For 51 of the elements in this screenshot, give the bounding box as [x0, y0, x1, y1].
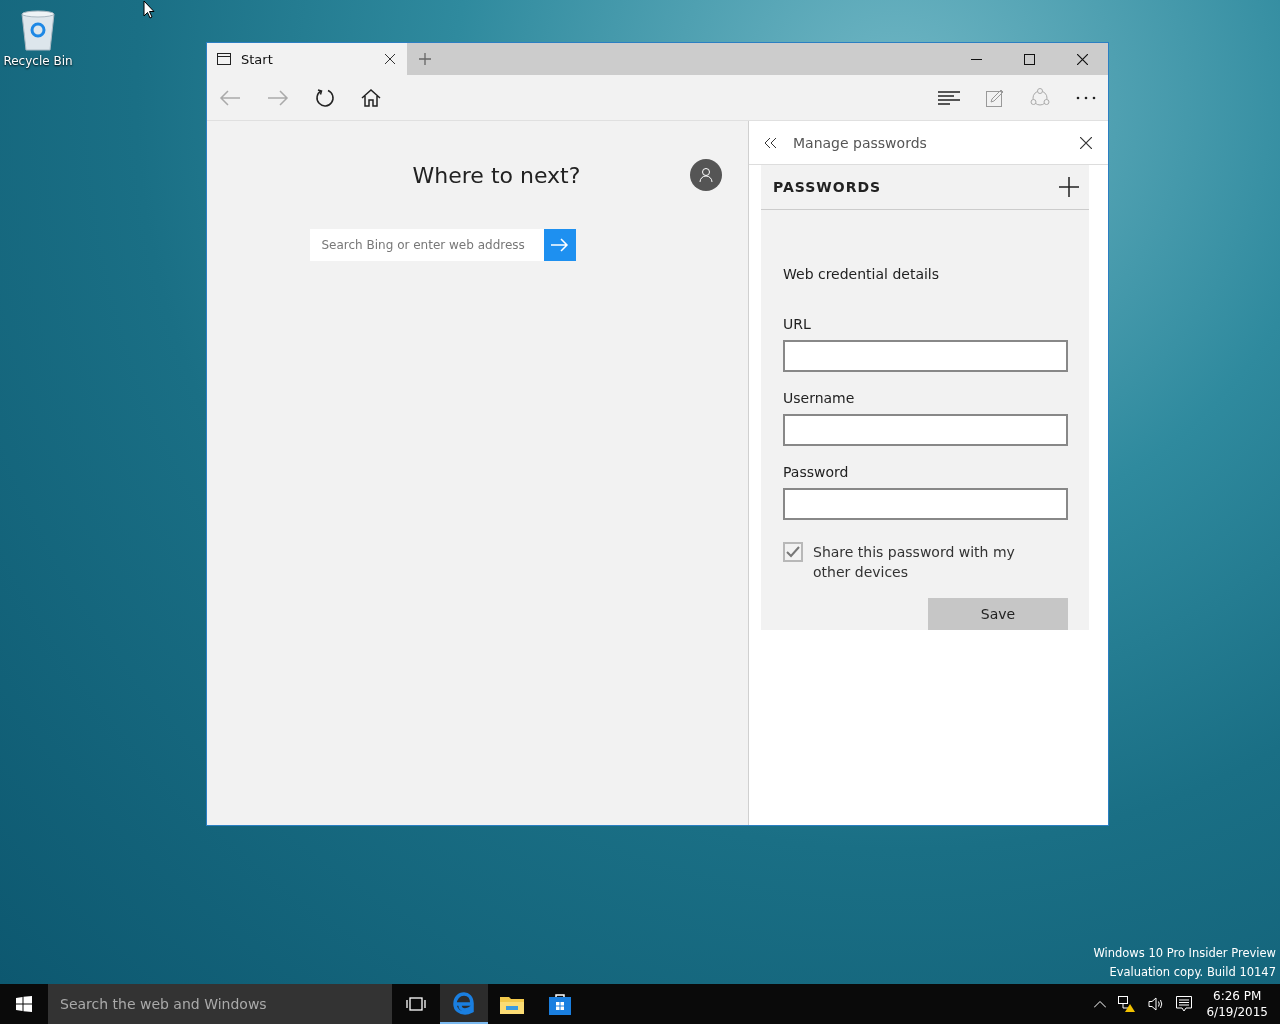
- home-icon[interactable]: [361, 88, 381, 107]
- close-tab-icon[interactable]: [385, 54, 395, 64]
- network-warning-icon[interactable]: [1118, 996, 1137, 1012]
- field-label: Username: [783, 390, 856, 406]
- clock-time: 6:26 PM: [1213, 988, 1262, 1004]
- taskbar-app-button[interactable]: [440, 984, 488, 1024]
- edition-watermark-text: Evaluation copy. Build 10147: [1109, 964, 1276, 981]
- save-button[interactable]: Save: [928, 598, 1068, 630]
- pencil-note-icon[interactable]: [986, 88, 1004, 107]
- new-tab-icon[interactable]: [419, 53, 431, 65]
- form-subtitle: Web credential details: [783, 266, 941, 282]
- text-field[interactable]: [783, 414, 1068, 446]
- arrow-right-icon: [550, 238, 569, 252]
- edition-watermark-text: Windows 10 Pro Insider Preview: [1093, 945, 1276, 962]
- close-icon[interactable]: [1080, 136, 1092, 149]
- tab-title: Start: [241, 51, 274, 67]
- speaker-icon[interactable]: [1148, 997, 1165, 1011]
- start-page-heading: Where to next?: [412, 162, 581, 188]
- double-chevron-left-icon[interactable]: [765, 137, 777, 148]
- desktop-icon-label: Recycle Bin: [3, 54, 73, 68]
- shopping-bag-icon: [549, 993, 571, 1015]
- go-button[interactable]: [543, 229, 576, 261]
- folder-icon: [500, 994, 524, 1014]
- close-icon[interactable]: [1077, 53, 1088, 65]
- refresh-icon[interactable]: [315, 87, 335, 108]
- windows-logo-icon: [16, 996, 32, 1012]
- recycle-bin-shortcut[interactable]: Recycle Bin: [4, 8, 72, 68]
- task-view-icon: [406, 997, 426, 1011]
- add-icon[interactable]: [1059, 177, 1079, 197]
- field-label: Password: [783, 464, 850, 480]
- clock-date: 6/19/2015: [1206, 1004, 1268, 1020]
- panel-title: Manage passwords: [793, 134, 927, 151]
- browser-tab[interactable]: Start: [207, 43, 407, 75]
- section-heading: PASSWORDS: [773, 179, 882, 195]
- avatar-icon[interactable]: [690, 159, 723, 191]
- clock[interactable]: 6:26 PM 6/19/2015: [1198, 988, 1280, 1020]
- chevron-up-icon[interactable]: [1094, 1000, 1107, 1008]
- recycle-bin-icon: [18, 8, 58, 52]
- checkbox-label: Share this password with my other devices: [813, 543, 1016, 582]
- more-icon[interactable]: [1076, 95, 1096, 100]
- address-search-field[interactable]: Search Bing or enter web address: [309, 229, 544, 261]
- text-field[interactable]: [783, 488, 1068, 520]
- tab-page-icon: [217, 53, 231, 65]
- hub-icon[interactable]: [938, 90, 960, 105]
- maximize-icon[interactable]: [1024, 53, 1035, 65]
- text-field[interactable]: [783, 340, 1068, 372]
- field-label: URL: [783, 316, 812, 332]
- letter-e-icon: [452, 991, 476, 1015]
- taskbar-search-field[interactable]: Search the web and Windows: [48, 984, 392, 1024]
- mouse-pointer-icon: [143, 0, 155, 19]
- message-icon[interactable]: [1176, 996, 1193, 1012]
